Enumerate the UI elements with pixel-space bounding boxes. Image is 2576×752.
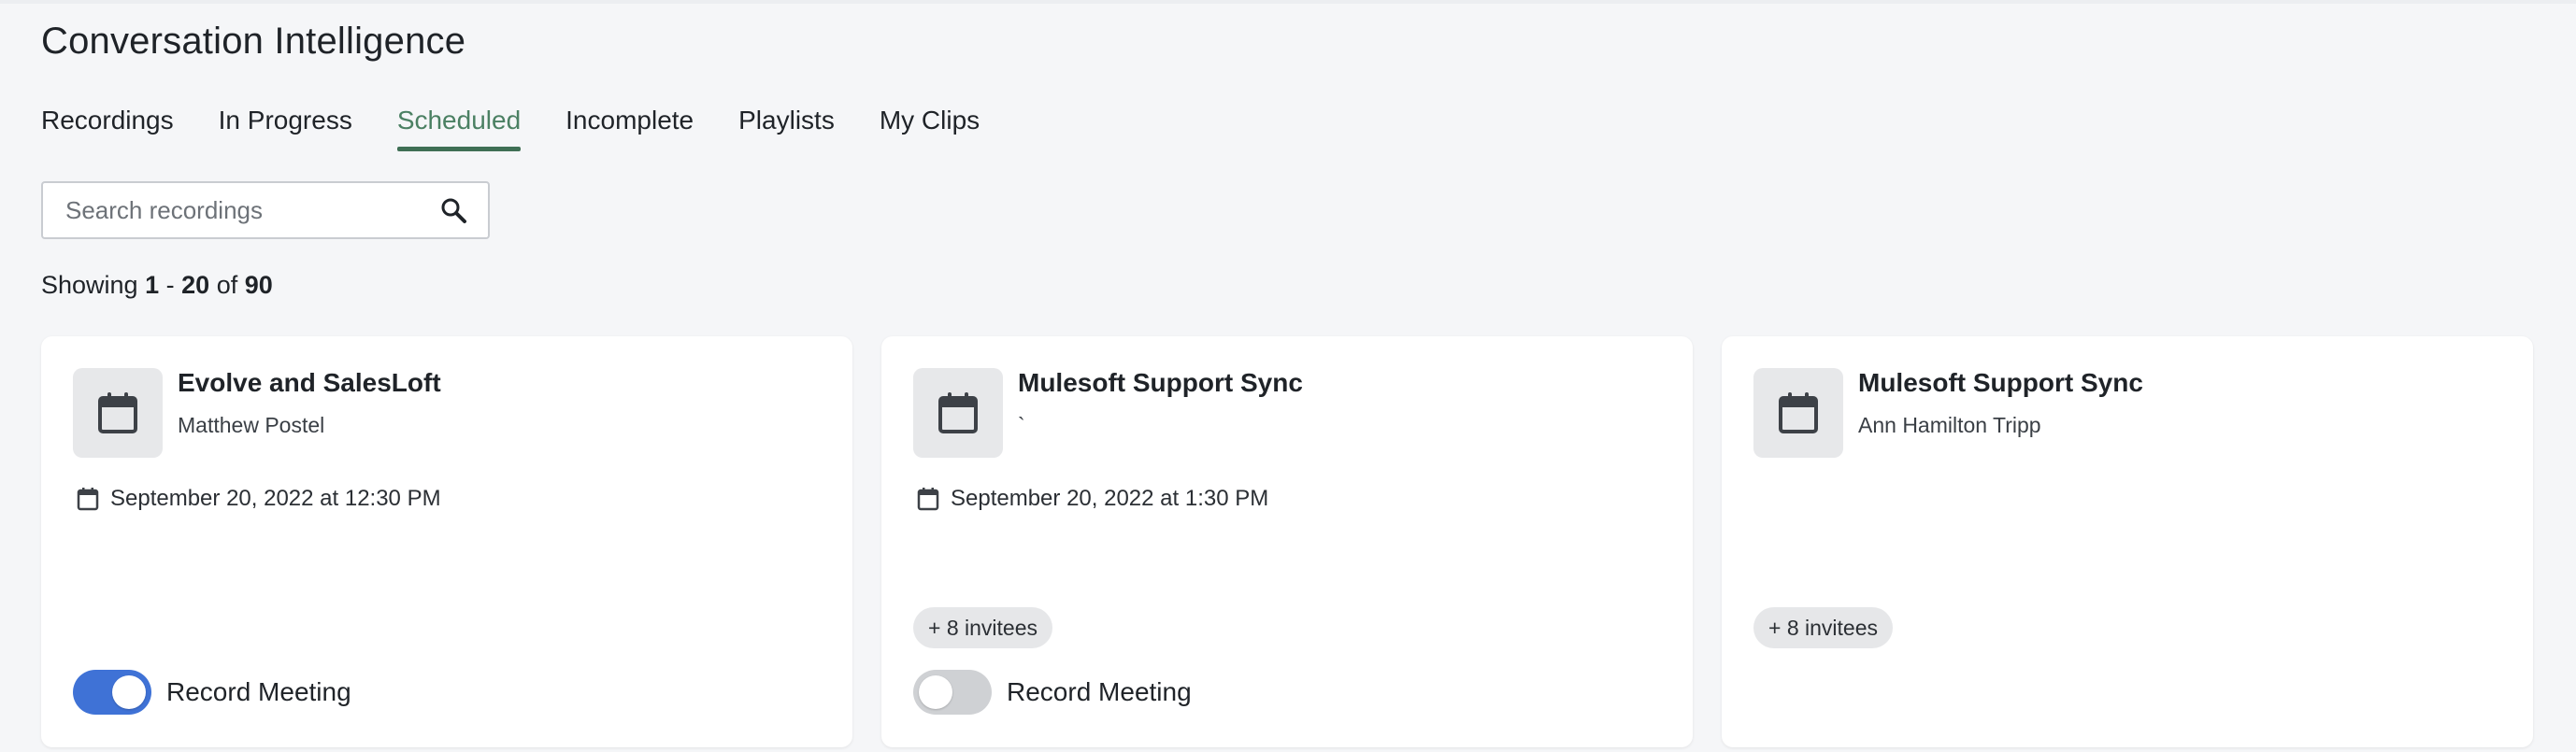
- invitees-badge[interactable]: + 8 invitees: [913, 607, 1052, 648]
- results-dash: -: [165, 271, 175, 299]
- calendar-icon: [913, 368, 1003, 458]
- toggle-knob: [112, 675, 146, 709]
- tab-scheduled[interactable]: Scheduled: [396, 101, 522, 151]
- toggle-knob: [919, 675, 952, 709]
- top-border: [0, 0, 2576, 4]
- record-meeting-label: Record Meeting: [166, 677, 351, 706]
- results-from: 1: [145, 271, 160, 299]
- meeting-card[interactable]: Mulesoft Support Sync ` September 20, 20…: [881, 336, 1693, 747]
- results-to: 20: [181, 271, 210, 299]
- tab-playlists[interactable]: Playlists: [738, 101, 835, 151]
- calendar-small-icon: [915, 486, 941, 512]
- results-prefix: Showing: [41, 271, 138, 299]
- calendar-icon: [1753, 368, 1843, 458]
- meeting-date-text: September 20, 2022 at 12:30 PM: [110, 486, 441, 511]
- page-title: Conversation Intelligence: [41, 21, 466, 62]
- meeting-date-text: September 20, 2022 at 1:30 PM: [951, 486, 1269, 511]
- results-of: of: [216, 271, 238, 299]
- results-total: 90: [244, 271, 273, 299]
- meeting-title[interactable]: Mulesoft Support Sync: [1858, 368, 2143, 398]
- tab-recordings[interactable]: Recordings: [41, 101, 174, 151]
- search-icon[interactable]: [439, 196, 467, 224]
- record-meeting-control: Record Meeting: [73, 669, 351, 716]
- meeting-owner: Matthew Postel: [178, 413, 325, 437]
- tab-my-clips[interactable]: My Clips: [880, 101, 980, 151]
- record-meeting-control: Record Meeting: [913, 669, 1192, 716]
- search-input[interactable]: [43, 195, 439, 225]
- meeting-title[interactable]: Mulesoft Support Sync: [1018, 368, 1303, 398]
- meeting-owner: `: [1018, 413, 1025, 437]
- tab-incomplete[interactable]: Incomplete: [565, 101, 694, 151]
- record-meeting-toggle[interactable]: [73, 670, 151, 715]
- results-count: Showing 1 - 20 of 90: [41, 271, 273, 300]
- calendar-icon: [73, 368, 163, 458]
- tab-bar: Recordings In Progress Scheduled Incompl…: [41, 101, 1024, 151]
- invitees-badge[interactable]: + 8 invitees: [1753, 607, 1893, 648]
- tab-in-progress[interactable]: In Progress: [219, 101, 352, 151]
- search-box: [41, 181, 490, 239]
- meeting-date: September 20, 2022 at 12:30 PM: [75, 486, 441, 512]
- record-meeting-label: Record Meeting: [1007, 677, 1192, 706]
- meeting-owner: Ann Hamilton Tripp: [1858, 413, 2041, 437]
- meeting-card[interactable]: Mulesoft Support Sync Ann Hamilton Tripp…: [1722, 336, 2533, 747]
- meeting-date: September 20, 2022 at 1:30 PM: [915, 486, 1268, 512]
- record-meeting-toggle[interactable]: [913, 670, 992, 715]
- meeting-card[interactable]: Evolve and SalesLoft Matthew Postel Sept…: [41, 336, 852, 747]
- meeting-title[interactable]: Evolve and SalesLoft: [178, 368, 441, 398]
- calendar-small-icon: [75, 486, 101, 512]
